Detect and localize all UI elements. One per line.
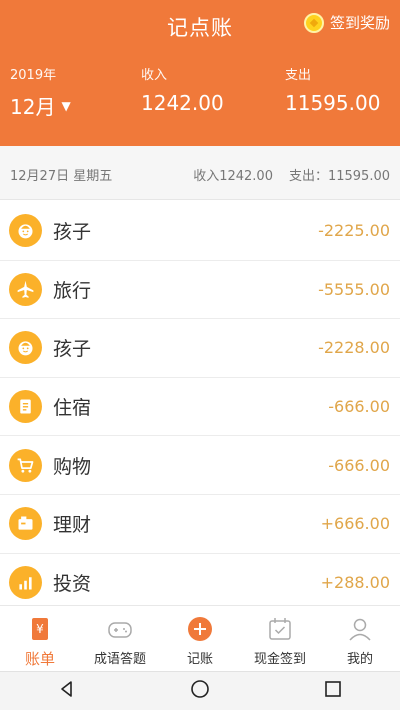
category-name: 孩子 <box>53 338 92 361</box>
list-item[interactable]: 孩子 -2225.00 <box>0 202 400 261</box>
month-picker[interactable]: 2019年 12月 ▼ <box>10 64 71 120</box>
category-name: 旅行 <box>53 279 92 302</box>
calendar-check-icon <box>265 614 295 644</box>
sign-in-reward-button[interactable]: 签到奖励 <box>303 12 390 33</box>
category-name: 理财 <box>53 514 92 537</box>
income-total: 收入 1242.00 <box>141 64 224 115</box>
tab-idiom-quiz[interactable]: 成语答题 <box>80 606 160 671</box>
expense-label: 支出 <box>285 68 312 83</box>
record-amount: -2228.00 <box>318 338 390 358</box>
tab-ledger[interactable]: ¥ 账单 <box>0 606 80 671</box>
category-name: 投资 <box>53 572 92 595</box>
investment-chart-icon <box>9 565 42 599</box>
ledger-icon: ¥ <box>25 614 55 644</box>
record-amount: -666.00 <box>328 455 390 475</box>
shopping-cart-icon <box>9 448 42 482</box>
dropdown-arrow-icon: ▼ <box>61 98 71 113</box>
expense-value: 11595.00 <box>285 91 381 115</box>
income-label: 收入 <box>141 68 168 83</box>
user-icon <box>345 614 375 644</box>
day-expense: 支出：11595.00 <box>288 169 390 184</box>
tab-label: 账单 <box>24 650 55 668</box>
lodging-icon <box>9 390 42 424</box>
record-amount: -666.00 <box>328 397 390 417</box>
record-amount: -2225.00 <box>318 221 390 241</box>
list-item[interactable]: 旅行 -5555.00 <box>0 261 400 320</box>
year-label: 2019年 <box>10 68 57 83</box>
list-item[interactable]: 购物 -666.00 <box>0 436 400 495</box>
finance-icon <box>9 507 42 541</box>
gamepad-icon <box>105 614 135 644</box>
month-value: 12月 <box>10 95 56 119</box>
list-item[interactable]: 投资 +288.00 <box>0 554 400 605</box>
record-amount: +666.00 <box>320 514 390 534</box>
header-bar: 记点账 签到奖励 2019年 12月 ▼ 收入 1242.00 支出 11595… <box>0 0 400 146</box>
list-item[interactable]: 住宿 -666.00 <box>0 378 400 437</box>
tab-profile[interactable]: 我的 <box>320 606 400 671</box>
tab-label: 记账 <box>186 652 213 667</box>
child-icon <box>9 214 42 248</box>
child-icon <box>9 331 42 365</box>
category-name: 购物 <box>53 455 92 478</box>
record-list[interactable]: 孩子 -2225.00 旅行 -5555.00 孩子 -2228.00 住宿 -… <box>0 202 400 605</box>
bottom-tab-bar: ¥ 账单 成语答题 记账 现金签到 我的 <box>0 605 400 671</box>
back-icon[interactable] <box>56 678 78 704</box>
income-value: 1242.00 <box>141 91 224 115</box>
tab-label: 我的 <box>346 652 373 667</box>
tab-cash-checkin[interactable]: 现金签到 <box>240 606 320 671</box>
record-amount: -5555.00 <box>318 279 390 299</box>
category-name: 住宿 <box>53 397 92 420</box>
record-amount: +288.00 <box>320 572 390 592</box>
svg-text:¥: ¥ <box>36 622 44 636</box>
tab-label: 现金签到 <box>253 652 306 667</box>
category-name: 孩子 <box>53 221 92 244</box>
tab-label: 成语答题 <box>93 652 146 667</box>
expense-total: 支出 11595.00 <box>285 64 380 115</box>
airplane-icon <box>9 272 42 306</box>
coin-icon <box>303 12 324 33</box>
add-circle-icon <box>185 614 215 644</box>
recent-apps-icon[interactable] <box>322 678 344 704</box>
day-income: 收入1242.00 <box>193 169 273 184</box>
day-summary: 12月27日 星期五 收入1242.00 支出：11595.00 <box>0 146 400 200</box>
reward-label: 签到奖励 <box>329 14 390 32</box>
list-item[interactable]: 孩子 -2228.00 <box>0 319 400 378</box>
day-date: 12月27日 星期五 <box>10 169 113 184</box>
home-icon[interactable] <box>189 678 211 704</box>
system-nav-bar <box>0 671 400 710</box>
tab-add-record[interactable]: 记账 <box>160 606 240 671</box>
list-item[interactable]: 理财 +666.00 <box>0 495 400 554</box>
